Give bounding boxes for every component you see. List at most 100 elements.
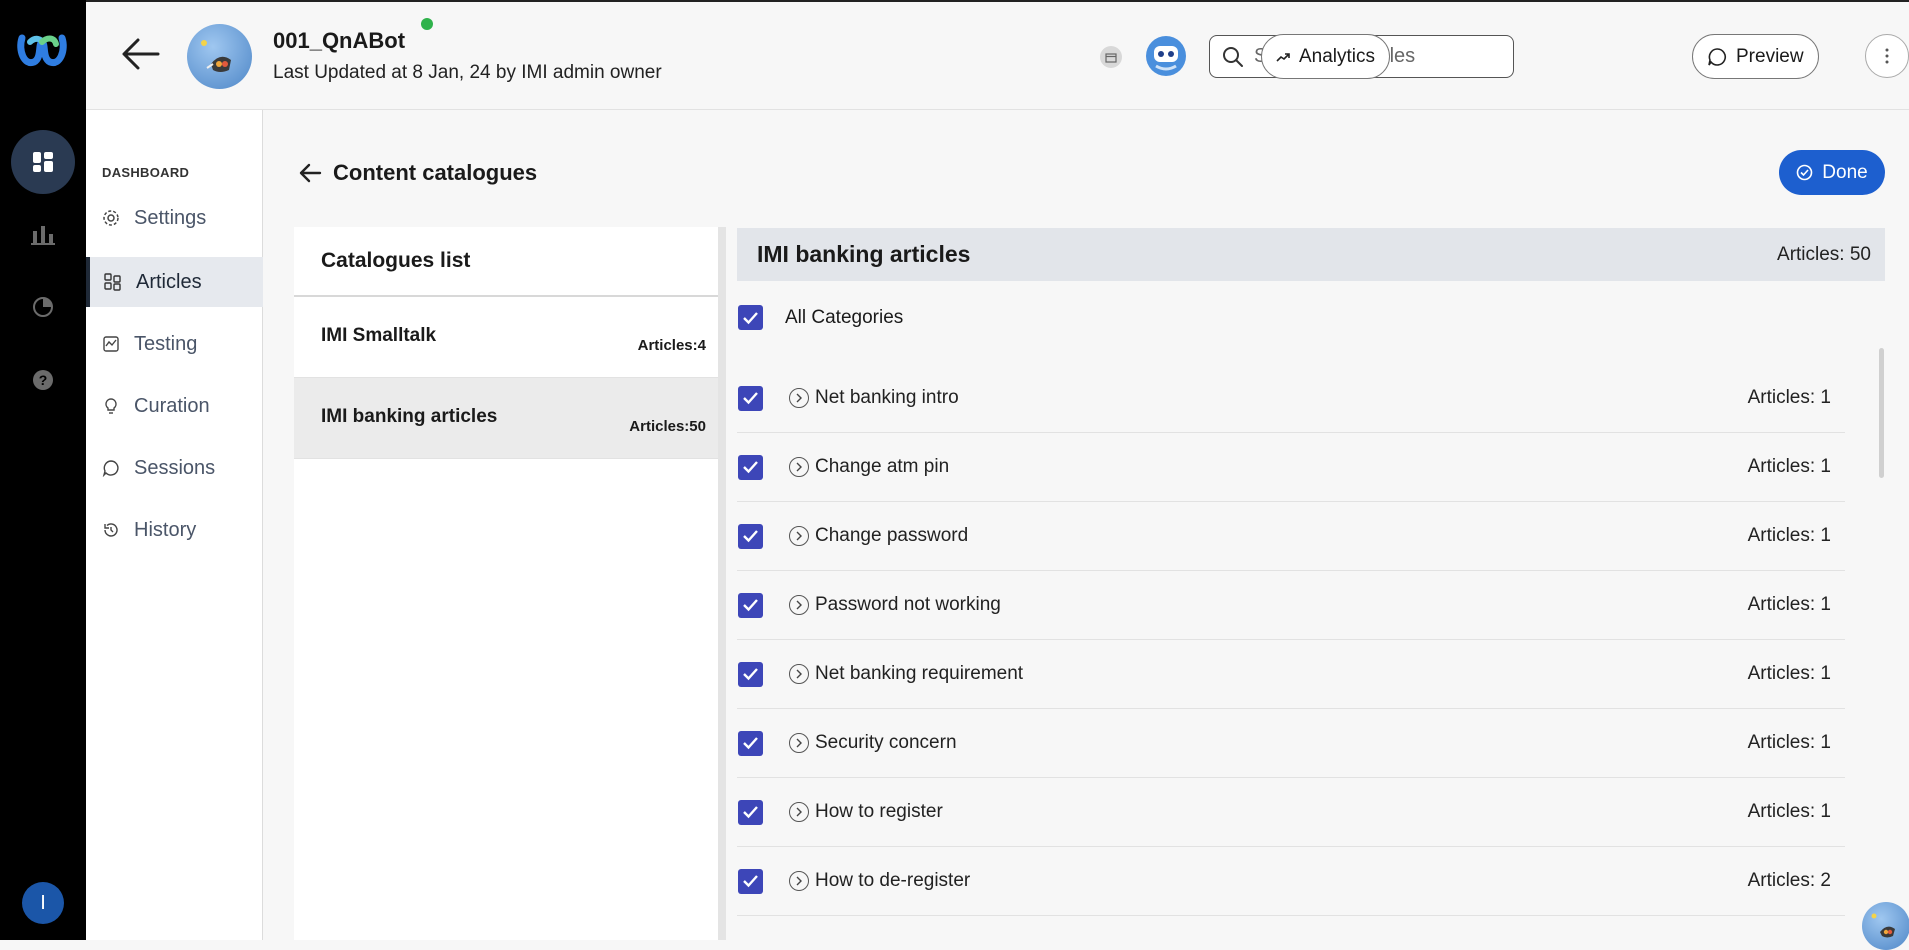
category-label: How to register: [815, 801, 943, 822]
catalogue-count: Articles:4: [637, 337, 706, 354]
list-item[interactable]: Net banking intro Articles: 1: [737, 364, 1845, 433]
sidebar-item-label: History: [134, 518, 197, 541]
category-list: Net banking intro Articles: 1 Change atm…: [737, 364, 1845, 916]
list-item[interactable]: Change atm pin Articles: 1: [737, 433, 1845, 502]
done-label: Done: [1822, 161, 1868, 183]
app-rail: ? I: [0, 0, 86, 940]
category-count: Articles: 1: [1747, 663, 1831, 684]
expand-chevron-icon[interactable]: [789, 388, 809, 408]
category-checkbox[interactable]: [738, 661, 763, 687]
list-scrollbar[interactable]: [1879, 348, 1884, 478]
back-arrow-icon[interactable]: [297, 160, 323, 186]
category-label: Password not working: [815, 594, 1001, 615]
category-count: Articles: 2: [1747, 870, 1831, 891]
catalogue-count: Articles:50: [629, 418, 706, 435]
category-checkbox[interactable]: [738, 523, 763, 549]
category-count: Articles: 1: [1747, 456, 1831, 477]
search-icon: [1223, 46, 1243, 67]
category-checkbox[interactable]: [738, 592, 763, 618]
category-count: Articles: 1: [1747, 801, 1831, 822]
online-status-dot: [421, 18, 433, 30]
svg-text:?: ?: [39, 372, 48, 388]
expand-chevron-icon[interactable]: [789, 664, 809, 684]
category-checkbox[interactable]: [738, 385, 763, 411]
panel-divider: [718, 227, 726, 940]
back-arrow-icon[interactable]: [118, 32, 162, 76]
category-count: Articles: 1: [1747, 387, 1831, 408]
expand-chevron-icon[interactable]: [789, 526, 809, 546]
bar-chart-icon[interactable]: [11, 202, 75, 266]
sidebar-item-label: Sessions: [134, 456, 216, 479]
sidebar-item-settings[interactable]: Settings: [86, 193, 263, 243]
pie-chart-icon[interactable]: [11, 275, 75, 339]
category-label: Net banking intro: [815, 387, 959, 408]
done-button[interactable]: Done: [1779, 150, 1885, 195]
catalogue-name: IMI banking articles: [321, 406, 498, 427]
sidebar-section-title: DASHBOARD: [102, 165, 190, 180]
expand-chevron-icon[interactable]: [789, 802, 809, 822]
analytics-label: Analytics: [1299, 45, 1376, 67]
top-header: 001_QnABot Last Updated at 8 Jan, 24 by …: [86, 2, 1909, 110]
catalogues-list-title: Catalogues list: [294, 227, 718, 297]
all-categories-checkbox[interactable]: [738, 305, 763, 330]
expand-chevron-icon[interactable]: [789, 457, 809, 477]
category-count: Articles: 1: [1747, 594, 1831, 615]
preview-label: Preview: [1736, 45, 1804, 67]
page-title: Content catalogues: [333, 160, 538, 185]
check-circle-icon: [1796, 164, 1813, 181]
category-label: Net banking requirement: [815, 663, 1024, 684]
help-icon[interactable]: ?: [11, 348, 75, 412]
category-label: Security concern: [815, 732, 957, 753]
testing-icon: [103, 336, 119, 352]
webex-logo-icon: [17, 34, 67, 67]
analytics-button[interactable]: Analytics: [1261, 34, 1391, 79]
preview-button[interactable]: Preview: [1692, 34, 1819, 79]
calendar-icon[interactable]: [1100, 46, 1122, 68]
catalogue-item-smalltalk[interactable]: IMI Smalltalk Articles:4: [294, 297, 718, 378]
user-avatar[interactable]: I: [22, 882, 64, 924]
dashboard-icon[interactable]: [11, 130, 75, 194]
catalogue-item-banking[interactable]: IMI banking articles Articles:50: [294, 378, 718, 459]
sidebar-item-testing[interactable]: Testing: [86, 319, 263, 369]
chat-bubble-icon: [1708, 47, 1726, 66]
sidebar-item-label: Testing: [134, 332, 198, 355]
sidebar-item-history[interactable]: History: [86, 505, 263, 555]
catalogue-name: IMI Smalltalk: [321, 325, 437, 346]
more-options-icon[interactable]: [1865, 34, 1909, 78]
chat-icon: [102, 460, 119, 477]
sidebar-item-sessions[interactable]: Sessions: [86, 443, 263, 493]
list-item[interactable]: Password not working Articles: 1: [737, 571, 1845, 640]
sidebar-item-articles[interactable]: Articles: [86, 257, 263, 307]
bot-robot-icon[interactable]: [1146, 36, 1186, 76]
sidebar-item-curation[interactable]: Curation: [86, 381, 263, 431]
list-item[interactable]: Net banking requirement Articles: 1: [737, 640, 1845, 709]
lightbulb-icon: [105, 398, 117, 414]
catalogues-list-panel: Catalogues list IMI Smalltalk Articles:4…: [294, 227, 718, 940]
expand-chevron-icon[interactable]: [789, 595, 809, 615]
expand-chevron-icon[interactable]: [789, 733, 809, 753]
trend-up-icon: [1276, 52, 1290, 62]
sidebar-item-label: Articles: [136, 270, 202, 293]
category-label: Change password: [815, 525, 969, 546]
expand-chevron-icon[interactable]: [789, 871, 809, 891]
list-item[interactable]: Security concern Articles: 1: [737, 709, 1845, 778]
history-icon: [104, 523, 118, 537]
dashboard-sidebar: DASHBOARD Settings Articles Testing Cura…: [86, 110, 263, 940]
all-categories-option[interactable]: All Categories: [738, 305, 903, 330]
list-item[interactable]: How to de-register Articles: 2: [737, 847, 1845, 916]
catalogue-detail-count: Articles: 50: [1777, 243, 1871, 265]
last-updated-text: Last Updated at 8 Jan, 24 by IMI admin o…: [273, 62, 662, 83]
category-count: Articles: 1: [1747, 525, 1831, 546]
category-checkbox[interactable]: [738, 454, 763, 480]
chat-launcher-avatar[interactable]: [1862, 902, 1909, 950]
category-checkbox[interactable]: [738, 868, 763, 894]
list-item[interactable]: How to register Articles: 1: [737, 778, 1845, 847]
category-checkbox[interactable]: [738, 730, 763, 756]
category-count: Articles: 1: [1747, 732, 1831, 753]
bot-avatar: [187, 24, 252, 89]
list-item[interactable]: Change password Articles: 1: [737, 502, 1845, 571]
category-label: Change atm pin: [815, 456, 950, 477]
category-checkbox[interactable]: [738, 799, 763, 825]
catalogue-detail-header: IMI banking articles Articles: 50: [737, 228, 1885, 281]
all-categories-label: All Categories: [785, 306, 904, 328]
